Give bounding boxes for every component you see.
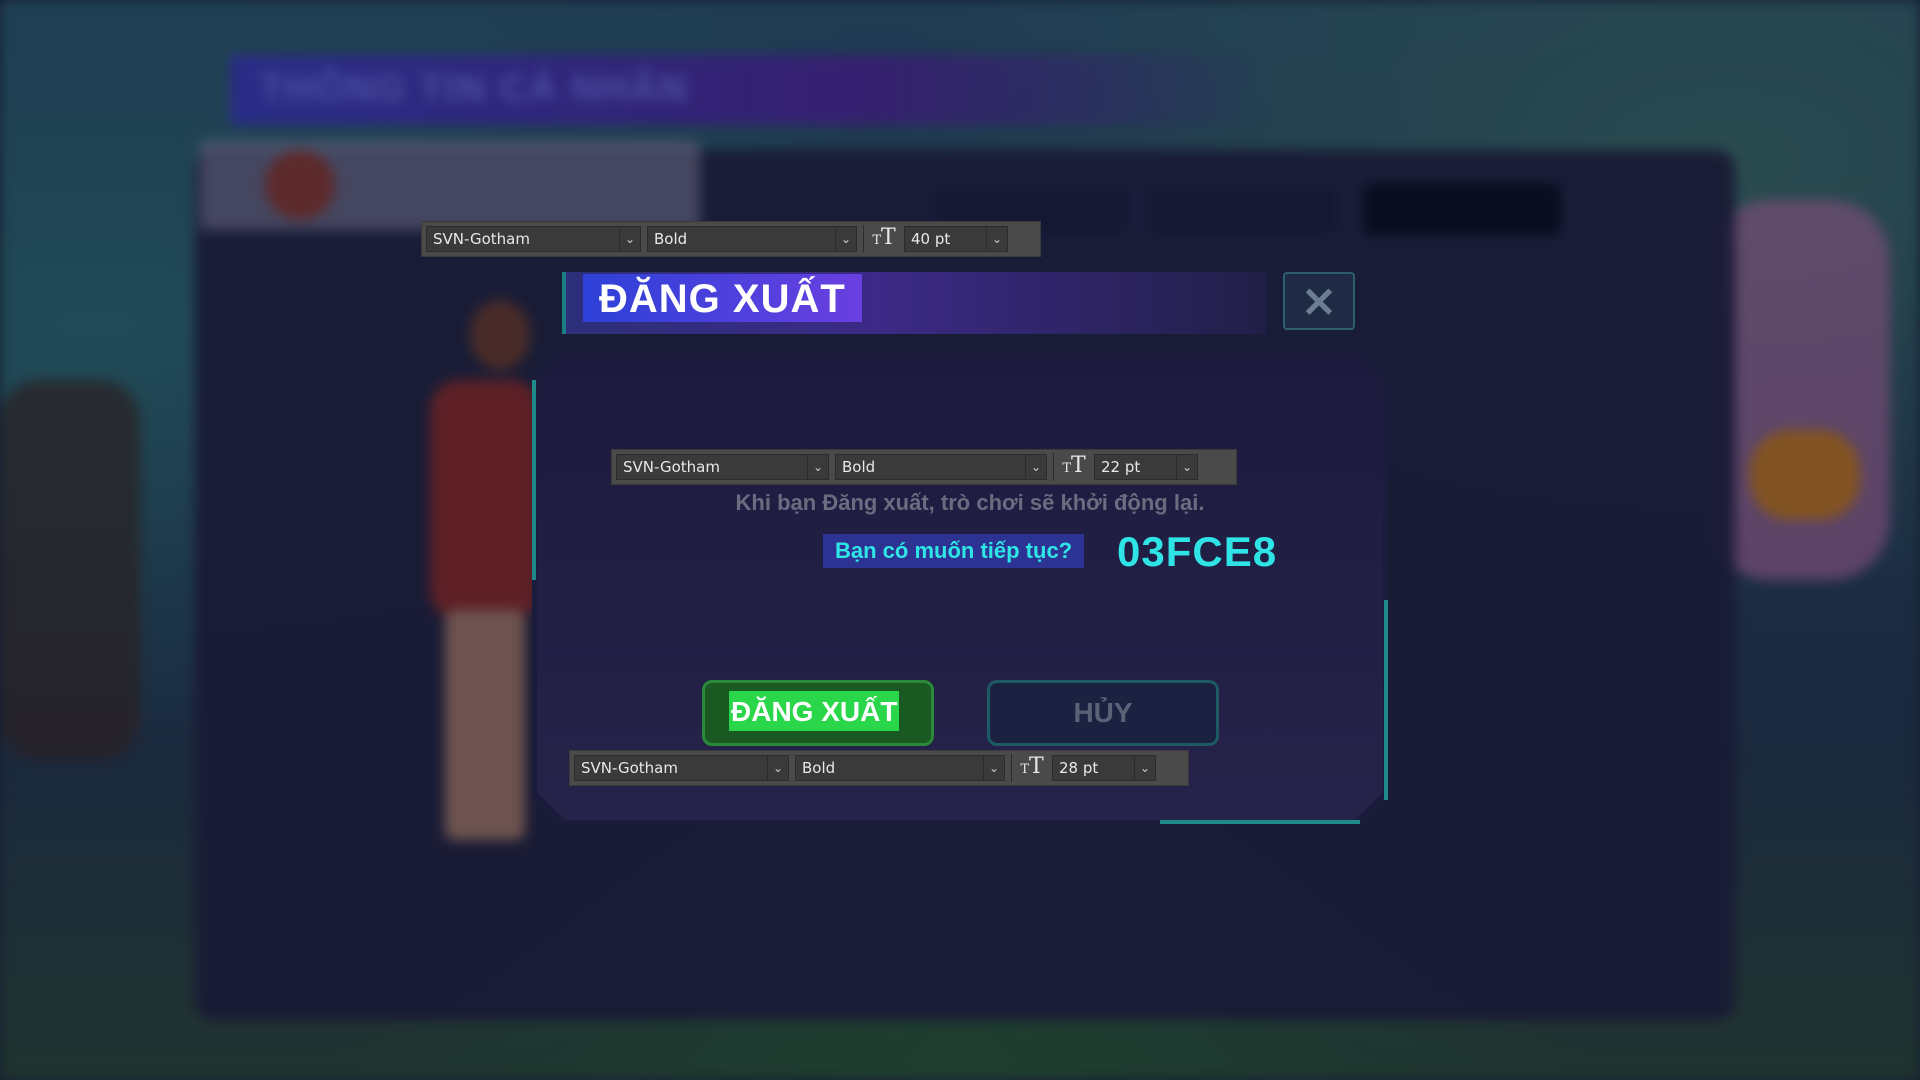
font-toolbar-message: SVN-Gotham ⌄ Bold ⌄ TT 22 pt ⌄	[611, 449, 1237, 485]
font-family-value: SVN-Gotham	[581, 759, 678, 777]
chevron-down-icon: ⌄	[1025, 455, 1046, 479]
font-style-value: Bold	[842, 458, 876, 476]
font-size-value: 40 pt	[911, 230, 951, 248]
font-size-select[interactable]: 28 pt ⌄	[1052, 755, 1156, 781]
font-toolbar-title: SVN-Gotham ⌄ Bold ⌄ TT 40 pt ⌄	[421, 221, 1041, 257]
chevron-down-icon: ⌄	[619, 227, 640, 251]
font-size-select[interactable]: 22 pt ⌄	[1094, 454, 1198, 480]
frame-accent	[532, 380, 536, 580]
font-style-select[interactable]: Bold ⌄	[647, 226, 857, 252]
font-family-select[interactable]: SVN-Gotham ⌄	[574, 755, 789, 781]
font-family-value: SVN-Gotham	[623, 458, 720, 476]
frame-accent	[1160, 820, 1360, 824]
logout-confirm-label[interactable]: ĐĂNG XUẤT	[729, 691, 900, 731]
font-size-value: 28 pt	[1059, 759, 1099, 777]
toolbar-divider	[1053, 453, 1054, 481]
font-size-icon: TT	[1062, 452, 1086, 478]
cancel-button[interactable]: HỦY	[987, 680, 1219, 746]
close-button[interactable]: ✕	[1283, 272, 1355, 330]
font-size-icon: TT	[1020, 753, 1044, 779]
color-code-label: 03FCE8	[1117, 528, 1278, 575]
dialog-question: Bạn có muốn tiếp tục?	[823, 534, 1085, 568]
font-style-select[interactable]: Bold ⌄	[835, 454, 1047, 480]
chevron-down-icon: ⌄	[835, 227, 856, 251]
font-style-select[interactable]: Bold ⌄	[795, 755, 1005, 781]
font-family-select[interactable]: SVN-Gotham ⌄	[616, 454, 829, 480]
frame-accent	[1384, 600, 1388, 800]
font-family-select[interactable]: SVN-Gotham ⌄	[426, 226, 641, 252]
dialog-title: ĐĂNG XUẤT	[583, 274, 862, 322]
font-size-icon: TT	[872, 224, 896, 250]
font-toolbar-buttons: SVN-Gotham ⌄ Bold ⌄ TT 28 pt ⌄	[569, 750, 1189, 786]
dialog-message: Khi bạn Đăng xuất, trò chơi sẽ khởi động…	[735, 490, 1205, 515]
toolbar-divider	[1011, 754, 1012, 782]
font-family-value: SVN-Gotham	[433, 230, 530, 248]
chevron-down-icon: ⌄	[1134, 756, 1155, 780]
logout-dialog: ĐĂNG XUẤT ✕ Khi bạn Đăng xuất, trò chơi …	[0, 0, 1920, 1080]
close-icon: ✕	[1301, 279, 1337, 326]
chevron-down-icon: ⌄	[986, 227, 1007, 251]
chevron-down-icon: ⌄	[767, 756, 788, 780]
font-size-select[interactable]: 40 pt ⌄	[904, 226, 1008, 252]
font-style-value: Bold	[654, 230, 688, 248]
chevron-down-icon: ⌄	[807, 455, 828, 479]
chevron-down-icon: ⌄	[1176, 455, 1197, 479]
font-size-value: 22 pt	[1101, 458, 1141, 476]
toolbar-divider	[863, 225, 864, 253]
font-style-value: Bold	[802, 759, 836, 777]
chevron-down-icon: ⌄	[983, 756, 1004, 780]
